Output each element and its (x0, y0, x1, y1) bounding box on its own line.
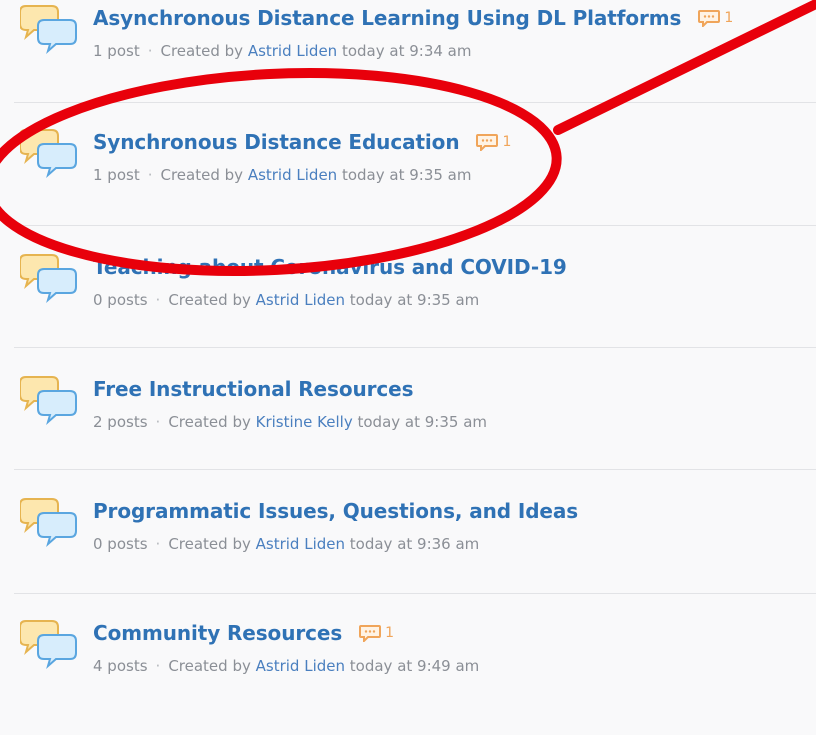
topic-row[interactable]: Community Resources 1 4 posts · Created by… (0, 613, 816, 735)
meta-separator: · (155, 413, 161, 431)
created-by-label: Created by (168, 413, 251, 431)
meta-separator: · (155, 535, 161, 553)
author-link[interactable]: Astrid Liden (256, 535, 345, 553)
created-time: today at 9:34 am (341, 42, 472, 60)
topic-title-link[interactable]: Synchronous Distance Education (93, 130, 460, 154)
post-count: 1 post (93, 42, 140, 60)
meta-separator: · (147, 42, 153, 60)
post-count: 1 post (93, 166, 140, 184)
author-link[interactable]: Astrid Liden (256, 291, 345, 309)
comment-count: 1 (502, 134, 512, 150)
discussion-bubbles-icon (20, 4, 78, 54)
forum-topic-list: Asynchronous Distance Learning Using DL … (0, 0, 816, 713)
divider (14, 347, 816, 348)
created-time: today at 9:49 am (349, 657, 480, 675)
discussion-bubbles-icon (20, 128, 78, 178)
topic-row[interactable]: Teaching about Coronavirus and COVID-19 … (0, 247, 816, 369)
topic-title-link[interactable]: Asynchronous Distance Learning Using DL … (93, 6, 681, 30)
comment-badge[interactable]: 1 (359, 624, 395, 642)
comment-count: 1 (385, 625, 395, 641)
topic-meta: 4 posts · Created by Astrid Liden today at… (93, 657, 479, 675)
author-link[interactable]: Astrid Liden (248, 42, 337, 60)
meta-separator: · (155, 291, 161, 309)
created-by-label: Created by (160, 166, 244, 184)
comment-count: 1 (724, 10, 734, 26)
author-link[interactable]: Astrid Liden (256, 657, 345, 675)
post-count: 2 posts (93, 413, 148, 431)
discussion-bubbles-icon (20, 375, 78, 425)
topic-row[interactable]: Programmatic Issues, Questions, and Idea… (0, 491, 816, 613)
meta-separator: · (147, 166, 153, 184)
post-count: 0 posts (93, 535, 148, 553)
comment-icon (698, 9, 721, 27)
topic-row[interactable]: Free Instructional Resources 2 posts · Cre… (0, 369, 816, 491)
comment-icon (476, 133, 499, 151)
topic-meta: 1 post · Created by Astrid Liden today at … (93, 42, 471, 60)
topic-title-link[interactable]: Community Resources (93, 621, 342, 645)
created-time: today at 9:36 am (349, 535, 480, 553)
author-link[interactable]: Astrid Liden (248, 166, 337, 184)
created-by-label: Created by (168, 657, 251, 675)
topic-meta: 2 posts · Created by Kristine Kelly today … (93, 413, 487, 431)
discussion-bubbles-icon (20, 619, 78, 669)
post-count: 4 posts (93, 657, 148, 675)
comment-badge[interactable]: 1 (476, 133, 512, 151)
comment-badge[interactable]: 1 (698, 9, 734, 27)
topic-meta: 0 posts · Created by Astrid Liden today at… (93, 535, 479, 553)
created-time: today at 9:35 am (341, 166, 472, 184)
created-by-label: Created by (168, 535, 251, 553)
divider (14, 469, 816, 470)
author-link[interactable]: Kristine Kelly (256, 413, 353, 431)
post-count: 0 posts (93, 291, 148, 309)
comment-icon (359, 624, 382, 642)
created-by-label: Created by (168, 291, 251, 309)
created-time: today at 9:35 am (357, 413, 487, 431)
created-by-label: Created by (160, 42, 244, 60)
topic-meta: 1 post · Created by Astrid Liden today at … (93, 166, 471, 184)
topic-title-link[interactable]: Free Instructional Resources (93, 377, 413, 401)
discussion-bubbles-icon (20, 497, 78, 547)
topic-title-link[interactable]: Programmatic Issues, Questions, and Idea… (93, 499, 578, 523)
discussion-bubbles-icon (20, 253, 78, 303)
divider (14, 102, 816, 103)
topic-meta: 0 posts · Created by Astrid Liden today at… (93, 291, 479, 309)
created-time: today at 9:35 am (349, 291, 480, 309)
topic-title-link[interactable]: Teaching about Coronavirus and COVID-19 (93, 255, 567, 279)
divider (14, 593, 816, 594)
meta-separator: · (155, 657, 161, 675)
divider (14, 225, 816, 226)
